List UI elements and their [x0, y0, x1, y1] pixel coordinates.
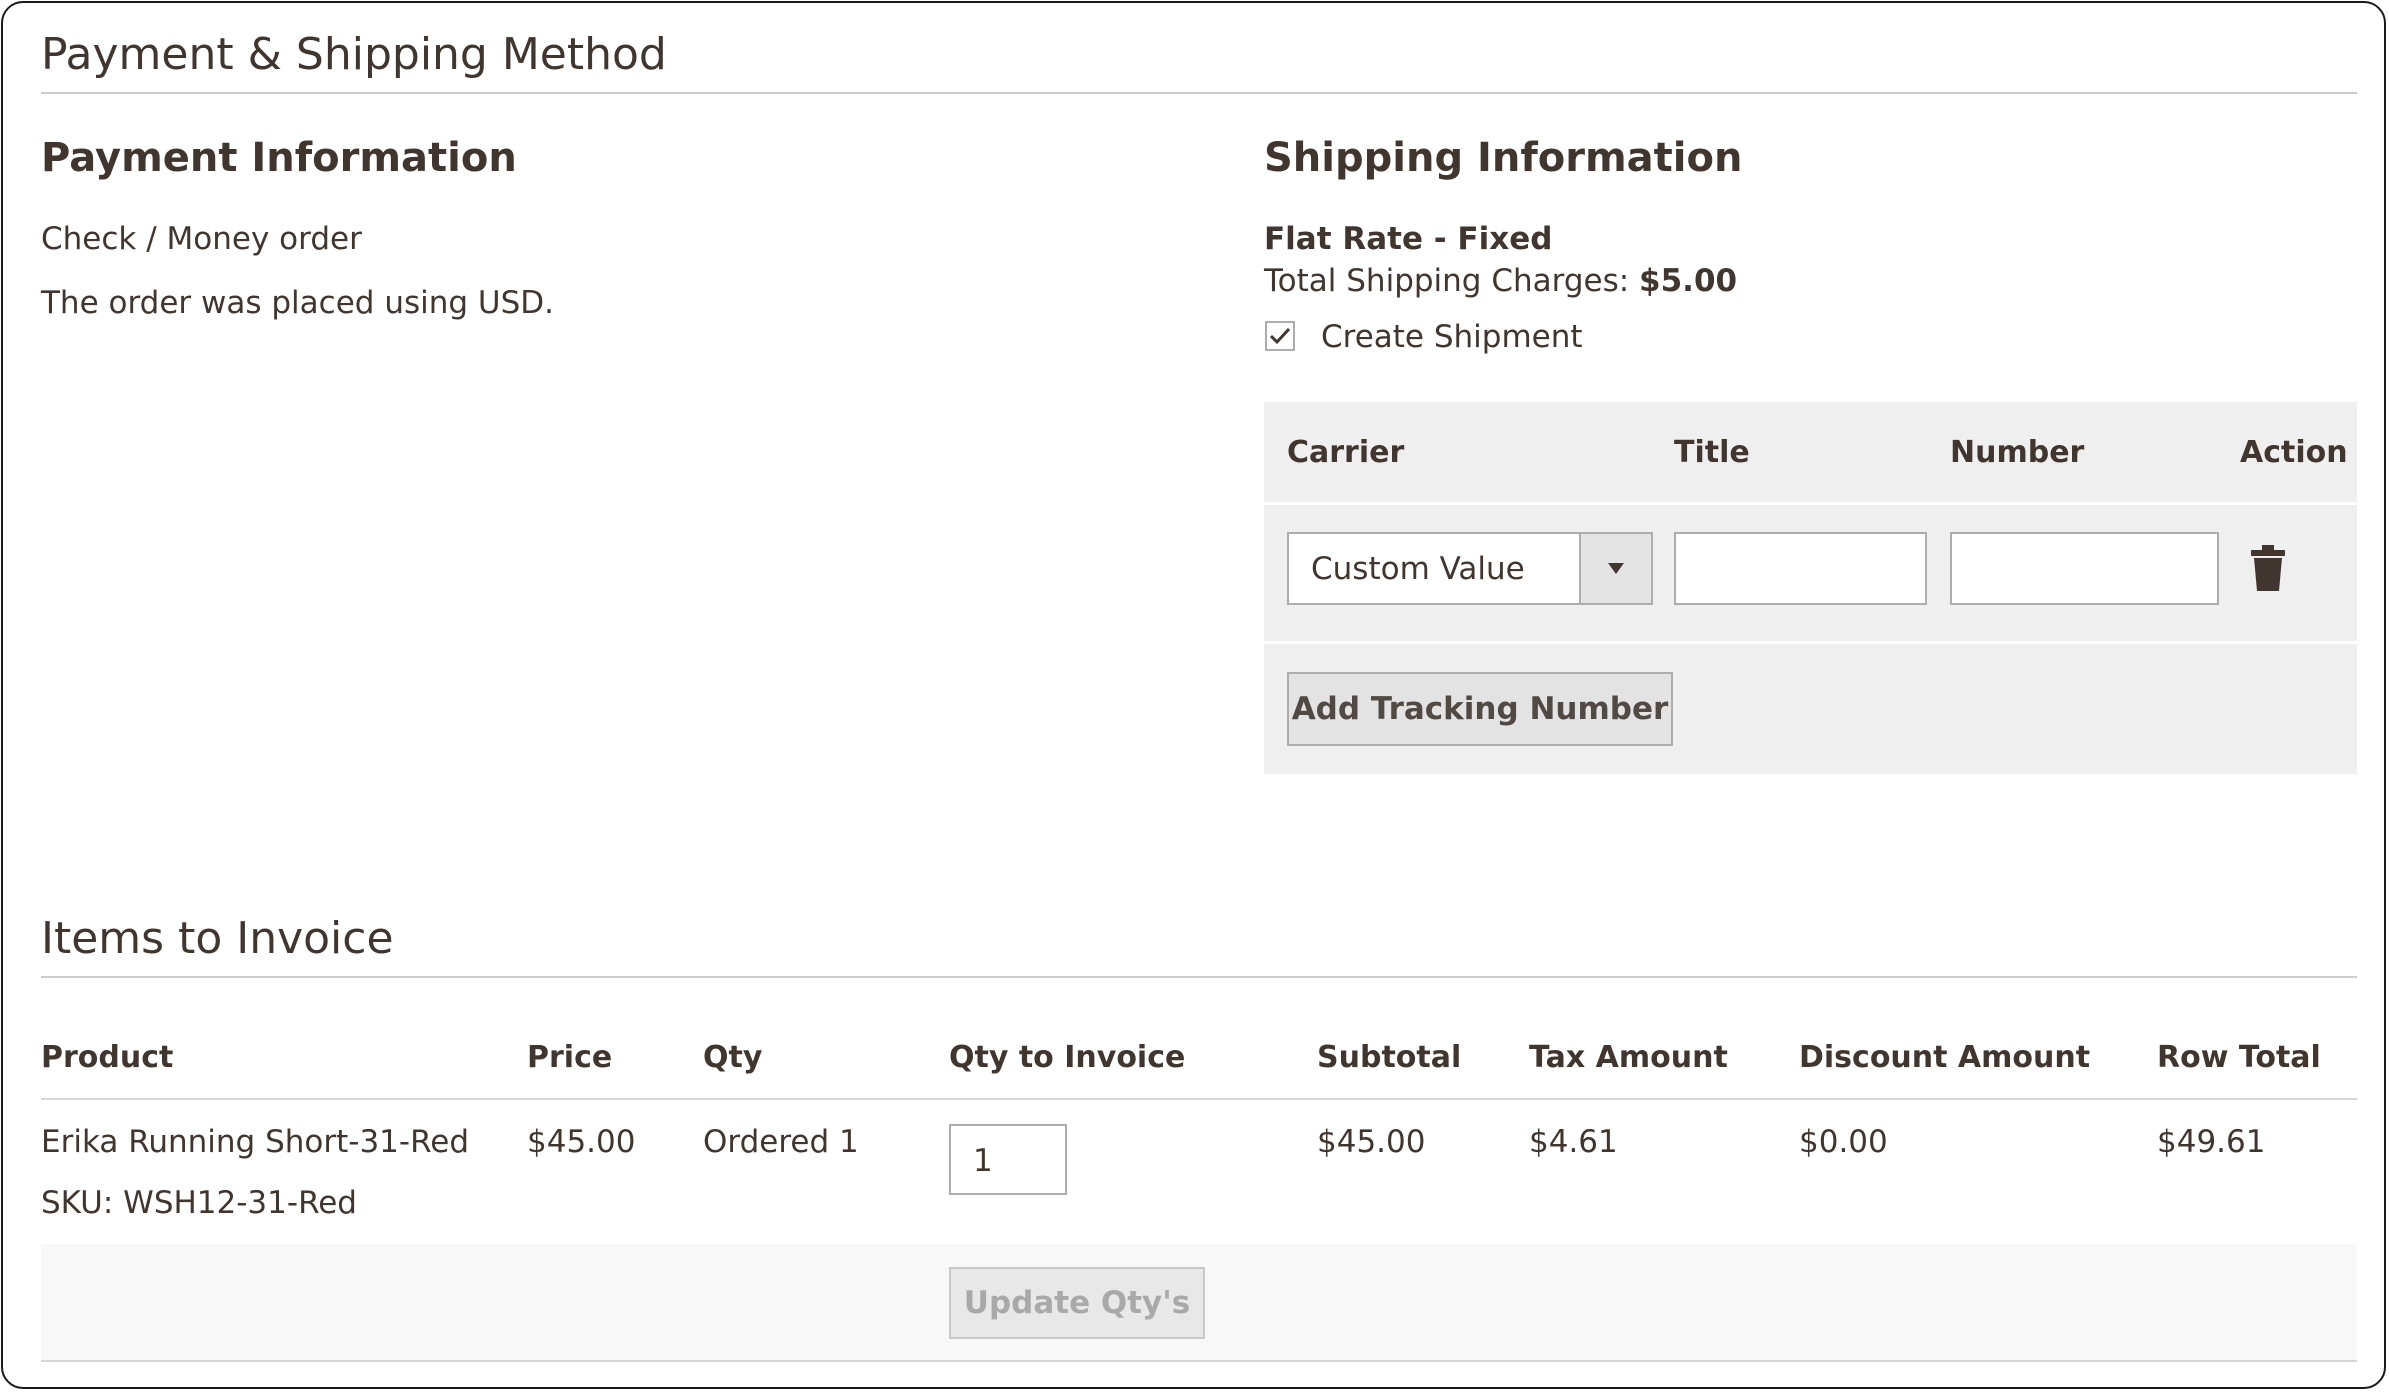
item-qty: Ordered 1: [703, 1124, 859, 1160]
create-shipment-label: Create Shipment: [1321, 319, 1583, 355]
items-header-product: Product: [41, 1040, 174, 1075]
chevron-down-icon: [1608, 563, 1624, 574]
section-divider: [41, 92, 2357, 94]
tracking-header-divider: [1264, 502, 2357, 505]
trash-icon: [2251, 545, 2285, 591]
shipping-charges-label: Total Shipping Charges:: [1264, 263, 1630, 299]
items-footer-divider: [41, 1360, 2357, 1362]
delete-tracking-button[interactable]: [2249, 545, 2287, 591]
qty-to-invoice-input[interactable]: 1: [949, 1124, 1067, 1195]
items-header-price: Price: [527, 1040, 613, 1075]
create-shipment-checkbox[interactable]: [1265, 321, 1295, 351]
item-subtotal: $45.00: [1317, 1124, 1426, 1160]
item-sku: SKU: WSH12-31-Red: [41, 1185, 357, 1221]
item-product-name: Erika Running Short-31-Red: [41, 1124, 469, 1160]
items-header-row-total: Row Total: [2157, 1040, 2321, 1075]
shipping-method: Flat Rate - Fixed: [1264, 221, 1553, 257]
tracking-row-divider: [1264, 641, 2357, 644]
carrier-select-toggle[interactable]: [1579, 534, 1651, 603]
payment-heading: Payment Information: [41, 135, 517, 181]
items-title: Items to Invoice: [41, 913, 394, 964]
tracking-title-input[interactable]: [1674, 532, 1927, 605]
tracking-header-title: Title: [1674, 435, 1750, 470]
item-price: $45.00: [527, 1124, 636, 1160]
invoice-panel: Payment & Shipping Method Payment Inform…: [1, 1, 2386, 1389]
items-header-discount-amount: Discount Amount: [1799, 1040, 2091, 1075]
payment-method: Check / Money order: [41, 221, 362, 257]
item-row-total: $49.61: [2157, 1124, 2266, 1160]
tracking-header-action: Action: [2240, 435, 2348, 470]
items-header-subtotal: Subtotal: [1317, 1040, 1462, 1075]
items-header-qty-to-invoice: Qty to Invoice: [949, 1040, 1186, 1075]
checkmark-icon: [1269, 327, 1291, 345]
items-header-divider: [41, 1098, 2357, 1100]
item-discount-amount: $0.00: [1799, 1124, 1888, 1160]
update-qtys-button[interactable]: Update Qty's: [949, 1267, 1205, 1339]
items-header-tax-amount: Tax Amount: [1529, 1040, 1728, 1075]
tracking-number-input[interactable]: [1950, 532, 2219, 605]
add-tracking-number-button[interactable]: Add Tracking Number: [1287, 672, 1673, 746]
qty-to-invoice-value: 1: [973, 1143, 993, 1179]
items-divider: [41, 976, 2357, 978]
items-header-qty: Qty: [703, 1040, 763, 1075]
carrier-select-value: Custom Value: [1311, 551, 1525, 587]
shipping-charges: Total Shipping Charges: $5.00: [1264, 263, 1737, 299]
shipping-charges-value: $5.00: [1639, 263, 1738, 299]
currency-note: The order was placed using USD.: [41, 285, 554, 321]
tracking-header-number: Number: [1950, 435, 2085, 470]
shipping-heading: Shipping Information: [1264, 135, 1743, 181]
tracking-header-carrier: Carrier: [1287, 435, 1405, 470]
carrier-select[interactable]: Custom Value: [1287, 532, 1653, 605]
section-title: Payment & Shipping Method: [41, 29, 667, 80]
item-tax-amount: $4.61: [1529, 1124, 1618, 1160]
